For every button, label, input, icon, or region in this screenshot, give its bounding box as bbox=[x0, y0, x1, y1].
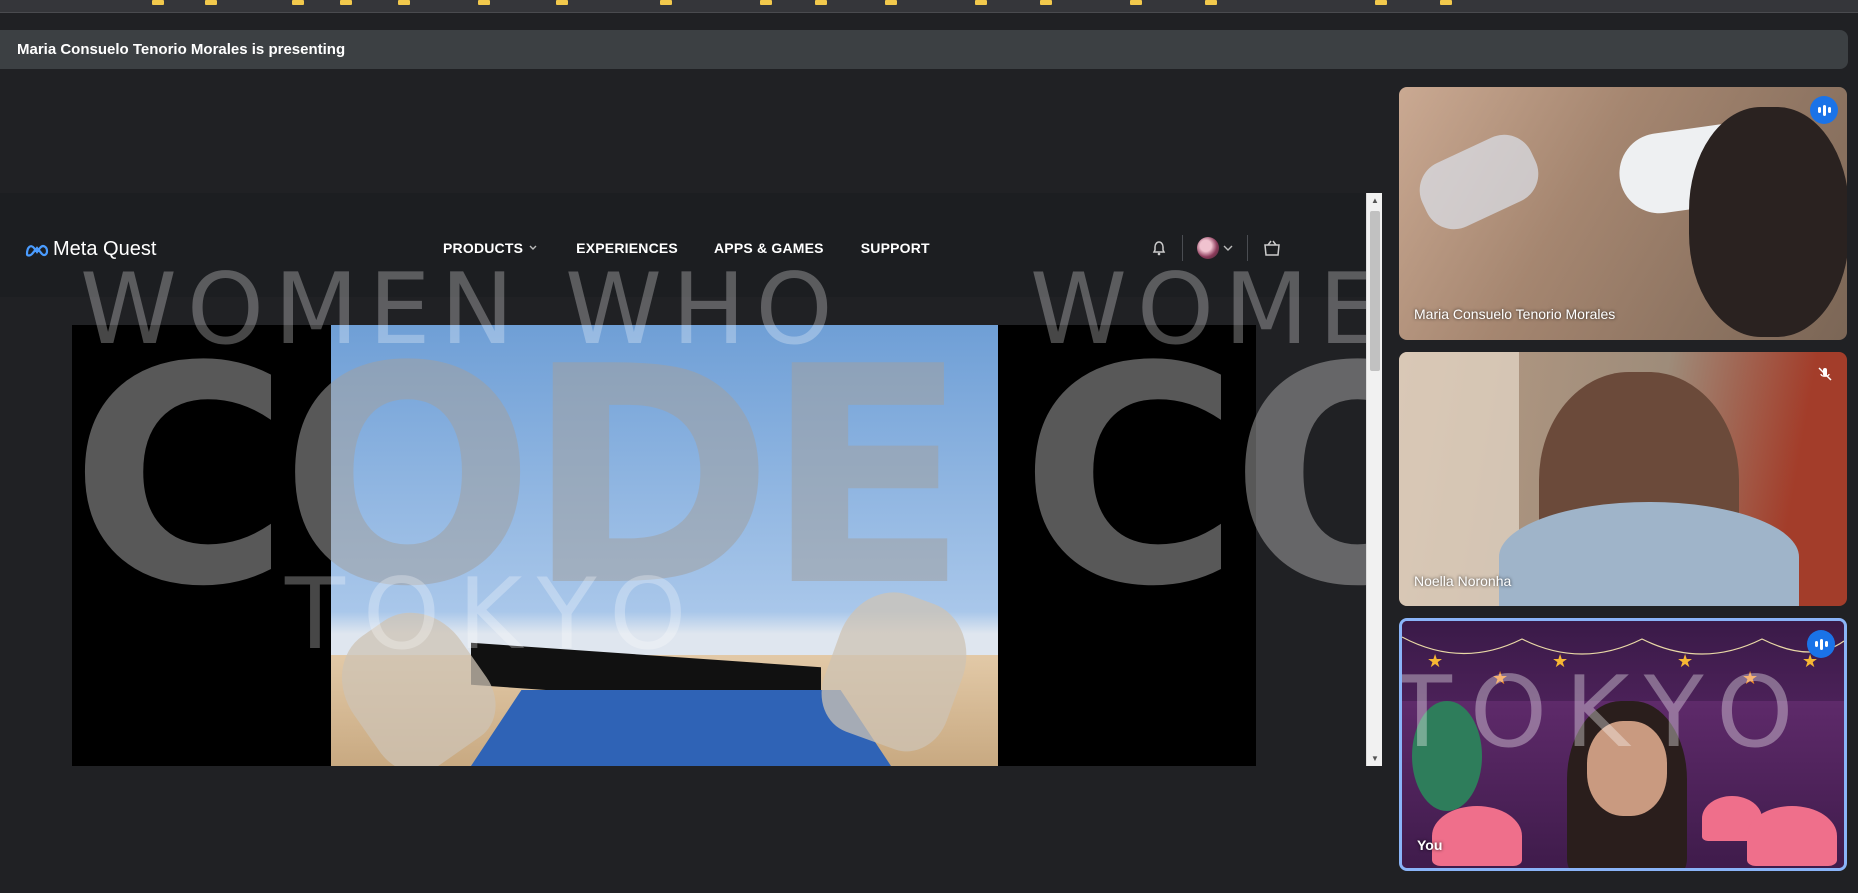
mic-off-icon bbox=[1817, 366, 1833, 387]
chevron-down-icon bbox=[529, 245, 537, 250]
nav-experiences-label: EXPERIENCES bbox=[576, 240, 678, 256]
nav-apps-games-label: APPS & GAMES bbox=[713, 240, 824, 256]
account-menu[interactable] bbox=[1197, 237, 1233, 259]
nav-products[interactable]: PRODUCTS bbox=[443, 240, 537, 256]
bookmarks-bar bbox=[0, 0, 1858, 13]
bell-icon[interactable] bbox=[1150, 239, 1168, 257]
shared-scrollbar[interactable]: ▲ ▼ bbox=[1366, 193, 1382, 766]
participant-name: Maria Consuelo Tenorio Morales bbox=[1414, 306, 1616, 322]
bookmark-folder-icon[interactable] bbox=[885, 0, 897, 5]
meta-quest-logo[interactable]: Meta Quest bbox=[25, 238, 156, 261]
participant-name: Noella Noronha bbox=[1414, 573, 1512, 589]
speaking-indicator-icon bbox=[1810, 96, 1838, 124]
nav-products-label: PRODUCTS bbox=[443, 240, 524, 256]
vr-controller bbox=[1409, 124, 1549, 240]
string-lights: ★ ★ ★ ★ ★ ★ bbox=[1402, 629, 1844, 688]
bookmark-folder-icon[interactable] bbox=[1130, 0, 1142, 5]
header-divider bbox=[1182, 235, 1183, 261]
scroll-down-icon[interactable]: ▼ bbox=[1371, 754, 1379, 763]
speaking-indicator-icon bbox=[1807, 630, 1835, 658]
participant-tile-self[interactable]: ★ ★ ★ ★ ★ ★ You TOKYO bbox=[1399, 618, 1847, 871]
participant-silhouette bbox=[1689, 107, 1847, 337]
cart-icon[interactable] bbox=[1262, 239, 1282, 257]
bg-table bbox=[1432, 806, 1522, 866]
bookmark-folder-icon[interactable] bbox=[1375, 0, 1387, 5]
scroll-up-icon[interactable]: ▲ bbox=[1371, 196, 1379, 205]
bookmark-folder-icon[interactable] bbox=[340, 0, 352, 5]
nav-apps-games[interactable]: APPS & GAMES bbox=[714, 240, 824, 256]
presenting-text: Maria Consuelo Tenorio Morales is presen… bbox=[17, 41, 346, 58]
bookmark-folder-icon[interactable] bbox=[205, 0, 217, 5]
shared-screen[interactable]: Meta Quest PRODUCTS EXPERIENCES APPS & G… bbox=[0, 193, 1382, 766]
bookmark-folder-icon[interactable] bbox=[760, 0, 772, 5]
nav-support[interactable]: SUPPORT bbox=[861, 240, 930, 256]
bookmark-folder-icon[interactable] bbox=[660, 0, 672, 5]
bookmark-folder-icon[interactable] bbox=[398, 0, 410, 5]
participant-shirt bbox=[1499, 502, 1799, 606]
header-divider bbox=[1247, 235, 1248, 261]
participant-tile[interactable]: Noella Noronha bbox=[1399, 352, 1847, 606]
vr-video[interactable] bbox=[72, 325, 1256, 766]
meta-quest-header: Meta Quest PRODUCTS EXPERIENCES APPS & G… bbox=[0, 193, 1366, 297]
bg-table bbox=[1747, 806, 1837, 866]
bookmark-folder-icon[interactable] bbox=[556, 0, 568, 5]
watermark-tokyo-right: TOKYO bbox=[1399, 656, 1812, 770]
nav-experiences[interactable]: EXPERIENCES bbox=[576, 240, 678, 256]
bookmark-folder-icon[interactable] bbox=[152, 0, 164, 5]
bookmark-folder-icon[interactable] bbox=[1440, 0, 1452, 5]
avatar bbox=[1197, 237, 1219, 259]
bookmark-folder-icon[interactable] bbox=[292, 0, 304, 5]
brand-name: Meta Quest bbox=[53, 238, 157, 260]
bookmark-folder-icon[interactable] bbox=[815, 0, 827, 5]
bookmark-folder-icon[interactable] bbox=[1040, 0, 1052, 5]
meta-logo-icon bbox=[25, 244, 49, 257]
chevron-down-icon bbox=[1223, 245, 1233, 251]
bookmark-folder-icon[interactable] bbox=[1205, 0, 1217, 5]
participant-tile[interactable]: Maria Consuelo Tenorio Morales bbox=[1399, 87, 1847, 340]
scrollbar-thumb[interactable] bbox=[1370, 211, 1380, 371]
header-icons bbox=[1150, 235, 1282, 261]
bookmark-folder-icon[interactable] bbox=[478, 0, 490, 5]
nav-support-label: SUPPORT bbox=[860, 240, 930, 256]
presenting-banner: Maria Consuelo Tenorio Morales is presen… bbox=[0, 30, 1848, 69]
participant-name: You bbox=[1417, 837, 1443, 853]
meet-window: Maria Consuelo Tenorio Morales is presen… bbox=[0, 0, 1858, 893]
main-nav: PRODUCTS EXPERIENCES APPS & GAMES SUPPOR… bbox=[443, 240, 930, 256]
vr-scene bbox=[331, 325, 998, 766]
bookmark-folder-icon[interactable] bbox=[975, 0, 987, 5]
